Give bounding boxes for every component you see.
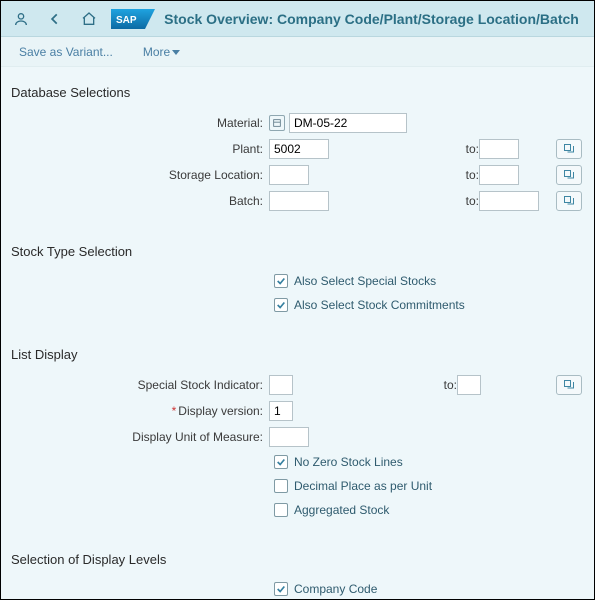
plant-input[interactable]	[269, 139, 329, 159]
section-stock-type: Stock Type Selection	[9, 232, 586, 269]
batch-to-label: to:	[329, 194, 479, 208]
matchcode-icon[interactable]	[269, 115, 285, 131]
user-icon[interactable]	[7, 5, 35, 33]
cc-checkbox[interactable]	[274, 582, 288, 596]
back-icon[interactable]	[41, 5, 69, 33]
batch-to-input[interactable]	[479, 191, 539, 211]
batch-input[interactable]	[269, 191, 329, 211]
agg-label: Aggregated Stock	[294, 503, 389, 517]
display-version-input[interactable]	[269, 401, 293, 421]
special-stock-multi-select-button[interactable]	[556, 375, 582, 395]
home-icon[interactable]	[75, 5, 103, 33]
chevron-down-icon	[172, 50, 180, 55]
special-stock-to-label: to:	[293, 378, 457, 392]
more-menu[interactable]: More	[143, 45, 180, 59]
no-zero-checkbox[interactable]	[274, 455, 288, 469]
batch-label: Batch:	[9, 194, 269, 208]
agg-checkbox[interactable]	[274, 503, 288, 517]
app-header: SAP Stock Overview: Company Code/Plant/S…	[1, 1, 594, 37]
plant-to-input[interactable]	[479, 139, 519, 159]
storage-multi-select-button[interactable]	[556, 165, 582, 185]
special-stock-input[interactable]	[269, 375, 293, 395]
storage-label: Storage Location:	[9, 168, 269, 182]
section-list-display: List Display	[9, 335, 586, 372]
section-database-selections: Database Selections	[9, 73, 586, 110]
uom-label: Display Unit of Measure:	[9, 430, 269, 444]
material-label: Material:	[9, 116, 269, 130]
display-version-label: Display version:	[9, 404, 269, 418]
cc-label: Company Code	[294, 582, 377, 596]
decimal-label: Decimal Place as per Unit	[294, 479, 432, 493]
save-variant-link[interactable]: Save as Variant...	[19, 45, 113, 59]
also-commit-checkbox[interactable]	[274, 298, 288, 312]
batch-multi-select-button[interactable]	[556, 191, 582, 211]
plant-multi-select-button[interactable]	[556, 139, 582, 159]
section-display-levels: Selection of Display Levels	[9, 540, 586, 577]
page-title: Stock Overview: Company Code/Plant/Stora…	[155, 11, 594, 27]
uom-input[interactable]	[269, 427, 309, 447]
svg-text:SAP: SAP	[116, 15, 137, 26]
main-content: Database Selections Material: Plant: to:…	[1, 67, 594, 599]
decimal-checkbox[interactable]	[274, 479, 288, 493]
plant-to-label: to:	[329, 142, 479, 156]
also-commit-label: Also Select Stock Commitments	[294, 298, 465, 312]
material-input[interactable]	[289, 113, 407, 133]
plant-label: Plant:	[9, 142, 269, 156]
no-zero-label: No Zero Stock Lines	[294, 455, 403, 469]
storage-input[interactable]	[269, 165, 309, 185]
special-stock-to-input[interactable]	[457, 375, 481, 395]
storage-to-input[interactable]	[479, 165, 519, 185]
special-stock-label: Special Stock Indicator:	[9, 378, 269, 392]
storage-to-label: to:	[309, 168, 479, 182]
more-label: More	[143, 45, 170, 59]
also-special-label: Also Select Special Stocks	[294, 274, 436, 288]
action-bar: Save as Variant... More	[1, 37, 594, 67]
also-special-checkbox[interactable]	[274, 274, 288, 288]
sap-logo: SAP	[111, 9, 155, 29]
